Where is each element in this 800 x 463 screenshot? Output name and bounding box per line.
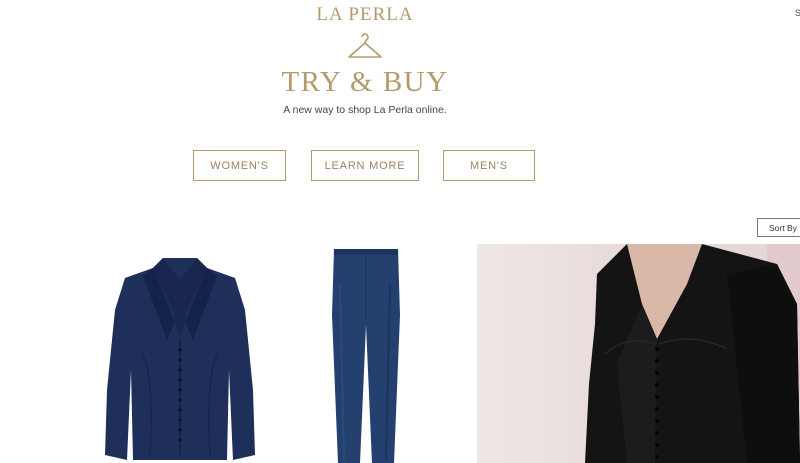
brand-logo[interactable]: LA PERLA [0, 4, 730, 26]
jacket-image [105, 258, 255, 460]
header-link-fragment[interactable]: S [795, 8, 800, 18]
product-jacket[interactable] [95, 250, 265, 463]
product-model-photo[interactable] [477, 244, 800, 463]
womens-button[interactable]: WOMEN'S [193, 150, 286, 181]
pants-image [332, 249, 400, 463]
page-title: TRY & BUY [281, 66, 449, 98]
learn-more-button[interactable]: LEARN MORE [311, 150, 419, 181]
product-pants[interactable] [320, 245, 410, 463]
sort-by-dropdown[interactable]: Sort By [757, 218, 800, 237]
page-subtitle: A new way to shop La Perla online. [283, 104, 447, 116]
hanger-icon [348, 33, 382, 58]
mens-button[interactable]: MEN'S [443, 150, 535, 181]
model-image [585, 244, 800, 463]
